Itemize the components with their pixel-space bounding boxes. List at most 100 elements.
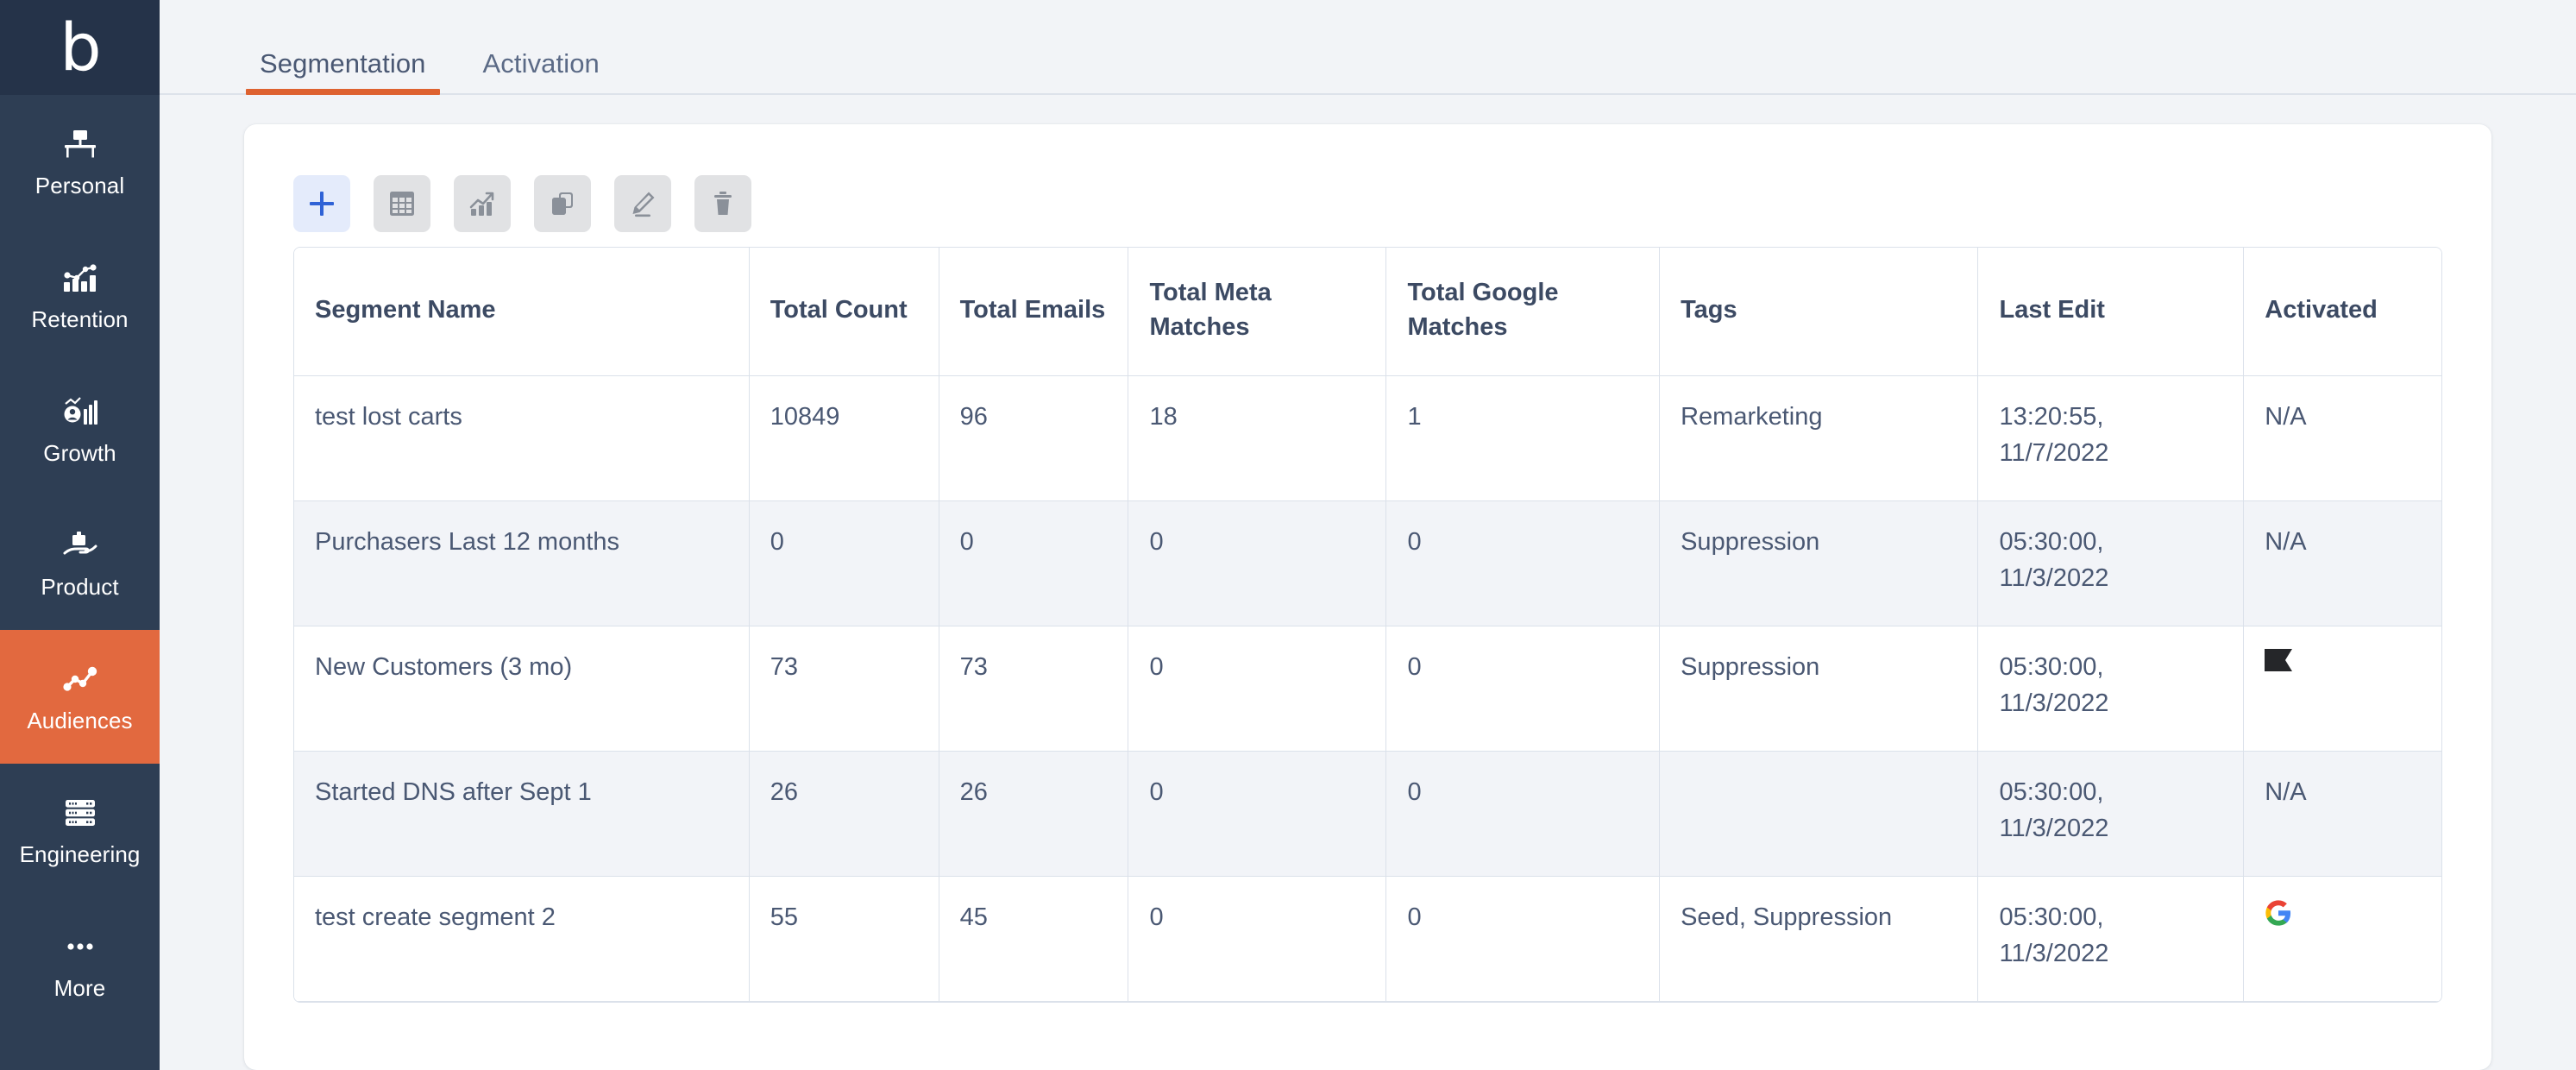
cell-last-edit: 05:30:00, 11/3/2022 [1978, 752, 2244, 877]
cell-tags: Seed, Suppression [1660, 877, 1978, 1002]
cell-tags: Suppression [1660, 626, 1978, 752]
last-edit-time: 05:30:00, [1999, 899, 2222, 935]
sidebar-nav: Personal Retention [0, 95, 160, 1031]
cell-activated: N/A [2244, 501, 2441, 626]
growth-icon [62, 394, 98, 429]
tab-label: Segmentation [260, 48, 426, 79]
trash-icon [709, 190, 737, 217]
ellipsis-icon [62, 929, 98, 964]
last-edit-time: 05:30:00, [1999, 774, 2222, 810]
cell-tags: Remarketing [1660, 376, 1978, 501]
logo-glyph: b [60, 15, 99, 80]
tab-bar: Segmentation Activation [160, 0, 2576, 95]
table-view-button[interactable] [374, 175, 430, 232]
segments-table: Segment Name Total Count Total Emails To… [293, 247, 2442, 1003]
delete-segment-button[interactable] [694, 175, 751, 232]
sidebar-item-label: Retention [31, 307, 128, 331]
sidebar-item-label: Product [41, 575, 118, 599]
cell-last-edit: 05:30:00, 11/3/2022 [1978, 501, 2244, 626]
sidebar-item-label: Engineering [20, 842, 141, 866]
meta-flag-icon [2265, 649, 2421, 671]
cell-total-google: 0 [1386, 752, 1660, 877]
cell-total-google: 1 [1386, 376, 1660, 501]
column-header-total-google[interactable]: Total Google Matches [1386, 248, 1660, 376]
cell-total-emails: 73 [939, 626, 1129, 752]
table-row[interactable]: test create segment 2 55 45 0 0 Seed, Su… [294, 877, 2441, 1002]
table-header: Segment Name Total Count Total Emails To… [294, 248, 2441, 376]
sidebar-item-label: More [54, 976, 106, 1000]
cell-total-google: 0 [1386, 877, 1660, 1002]
cell-total-google: 0 [1386, 626, 1660, 752]
table-row[interactable]: test lost carts 10849 96 18 1 Remarketin… [294, 376, 2441, 501]
cell-total-emails: 45 [939, 877, 1129, 1002]
sidebar-item-product[interactable]: Product [0, 496, 160, 630]
tab-activation[interactable]: Activation [469, 48, 613, 93]
cell-segment-name: test create segment 2 [294, 877, 750, 1002]
cell-segment-name: test lost carts [294, 376, 750, 501]
activated-value: N/A [2265, 528, 2306, 556]
sidebar-item-more[interactable]: More [0, 897, 160, 1031]
cell-activated: N/A [2244, 752, 2441, 877]
app-logo[interactable]: b [0, 0, 160, 95]
plus-icon [307, 189, 336, 218]
grid-icon [388, 190, 416, 217]
google-g-icon [2265, 899, 2421, 927]
edit-segment-button[interactable] [614, 175, 671, 232]
sidebar-item-retention[interactable]: Retention [0, 229, 160, 362]
segments-card: Segment Name Total Count Total Emails To… [244, 124, 2491, 1070]
sidebar-item-audiences[interactable]: Audiences [0, 630, 160, 764]
cell-total-count: 10849 [750, 376, 939, 501]
app-root: b Personal [0, 0, 2576, 1070]
table-header-row: Segment Name Total Count Total Emails To… [294, 248, 2441, 376]
table-row[interactable]: New Customers (3 mo) 73 73 0 0 Suppressi… [294, 626, 2441, 752]
column-header-segment-name[interactable]: Segment Name [294, 248, 750, 376]
table-row[interactable]: Purchasers Last 12 months 0 0 0 0 Suppre… [294, 501, 2441, 626]
tab-label: Activation [483, 48, 600, 79]
sidebar-item-growth[interactable]: Growth [0, 362, 160, 496]
trend-chart-icon [468, 190, 496, 217]
product-hand-icon [62, 528, 98, 563]
sidebar: b Personal [0, 0, 160, 1070]
main-area: Segmentation Activation [160, 0, 2576, 1070]
last-edit-date: 11/3/2022 [1999, 810, 2222, 847]
cell-activated: N/A [2244, 376, 2441, 501]
cell-total-count: 55 [750, 877, 939, 1002]
desk-icon [62, 127, 98, 161]
sidebar-item-label: Personal [35, 173, 124, 198]
column-header-activated[interactable]: Activated [2244, 248, 2441, 376]
last-edit-date: 11/3/2022 [1999, 685, 2222, 721]
analytics-button[interactable] [454, 175, 511, 232]
last-edit-time: 05:30:00, [1999, 524, 2222, 560]
cell-total-count: 26 [750, 752, 939, 877]
cell-activated [2244, 626, 2441, 752]
cell-total-meta: 18 [1128, 376, 1386, 501]
last-edit-time: 13:20:55, [1999, 399, 2222, 435]
table-row[interactable]: Started DNS after Sept 1 26 26 0 0 05:30… [294, 752, 2441, 877]
server-rack-icon [62, 796, 98, 830]
column-header-total-count[interactable]: Total Count [750, 248, 939, 376]
duplicate-segment-button[interactable] [534, 175, 591, 232]
bar-chart-icon [62, 261, 98, 295]
activated-value: N/A [2265, 778, 2306, 806]
cell-total-emails: 26 [939, 752, 1129, 877]
sidebar-item-personal[interactable]: Personal [0, 95, 160, 229]
network-icon [62, 662, 98, 696]
cell-total-meta: 0 [1128, 752, 1386, 877]
cell-segment-name: Started DNS after Sept 1 [294, 752, 750, 877]
add-segment-button[interactable] [293, 175, 350, 232]
cell-segment-name: Purchasers Last 12 months [294, 501, 750, 626]
sidebar-item-engineering[interactable]: Engineering [0, 764, 160, 897]
column-header-total-emails[interactable]: Total Emails [939, 248, 1129, 376]
cell-total-emails: 0 [939, 501, 1129, 626]
copy-icon [549, 190, 576, 217]
column-header-tags[interactable]: Tags [1660, 248, 1978, 376]
sidebar-item-label: Growth [43, 441, 116, 465]
cell-total-meta: 0 [1128, 501, 1386, 626]
cell-total-count: 73 [750, 626, 939, 752]
column-header-last-edit[interactable]: Last Edit [1978, 248, 2244, 376]
sidebar-item-label: Audiences [27, 708, 132, 733]
tab-segmentation[interactable]: Segmentation [246, 48, 440, 93]
last-edit-date: 11/7/2022 [1999, 435, 2222, 471]
column-header-total-meta[interactable]: Total Meta Matches [1128, 248, 1386, 376]
pencil-icon [629, 190, 657, 217]
